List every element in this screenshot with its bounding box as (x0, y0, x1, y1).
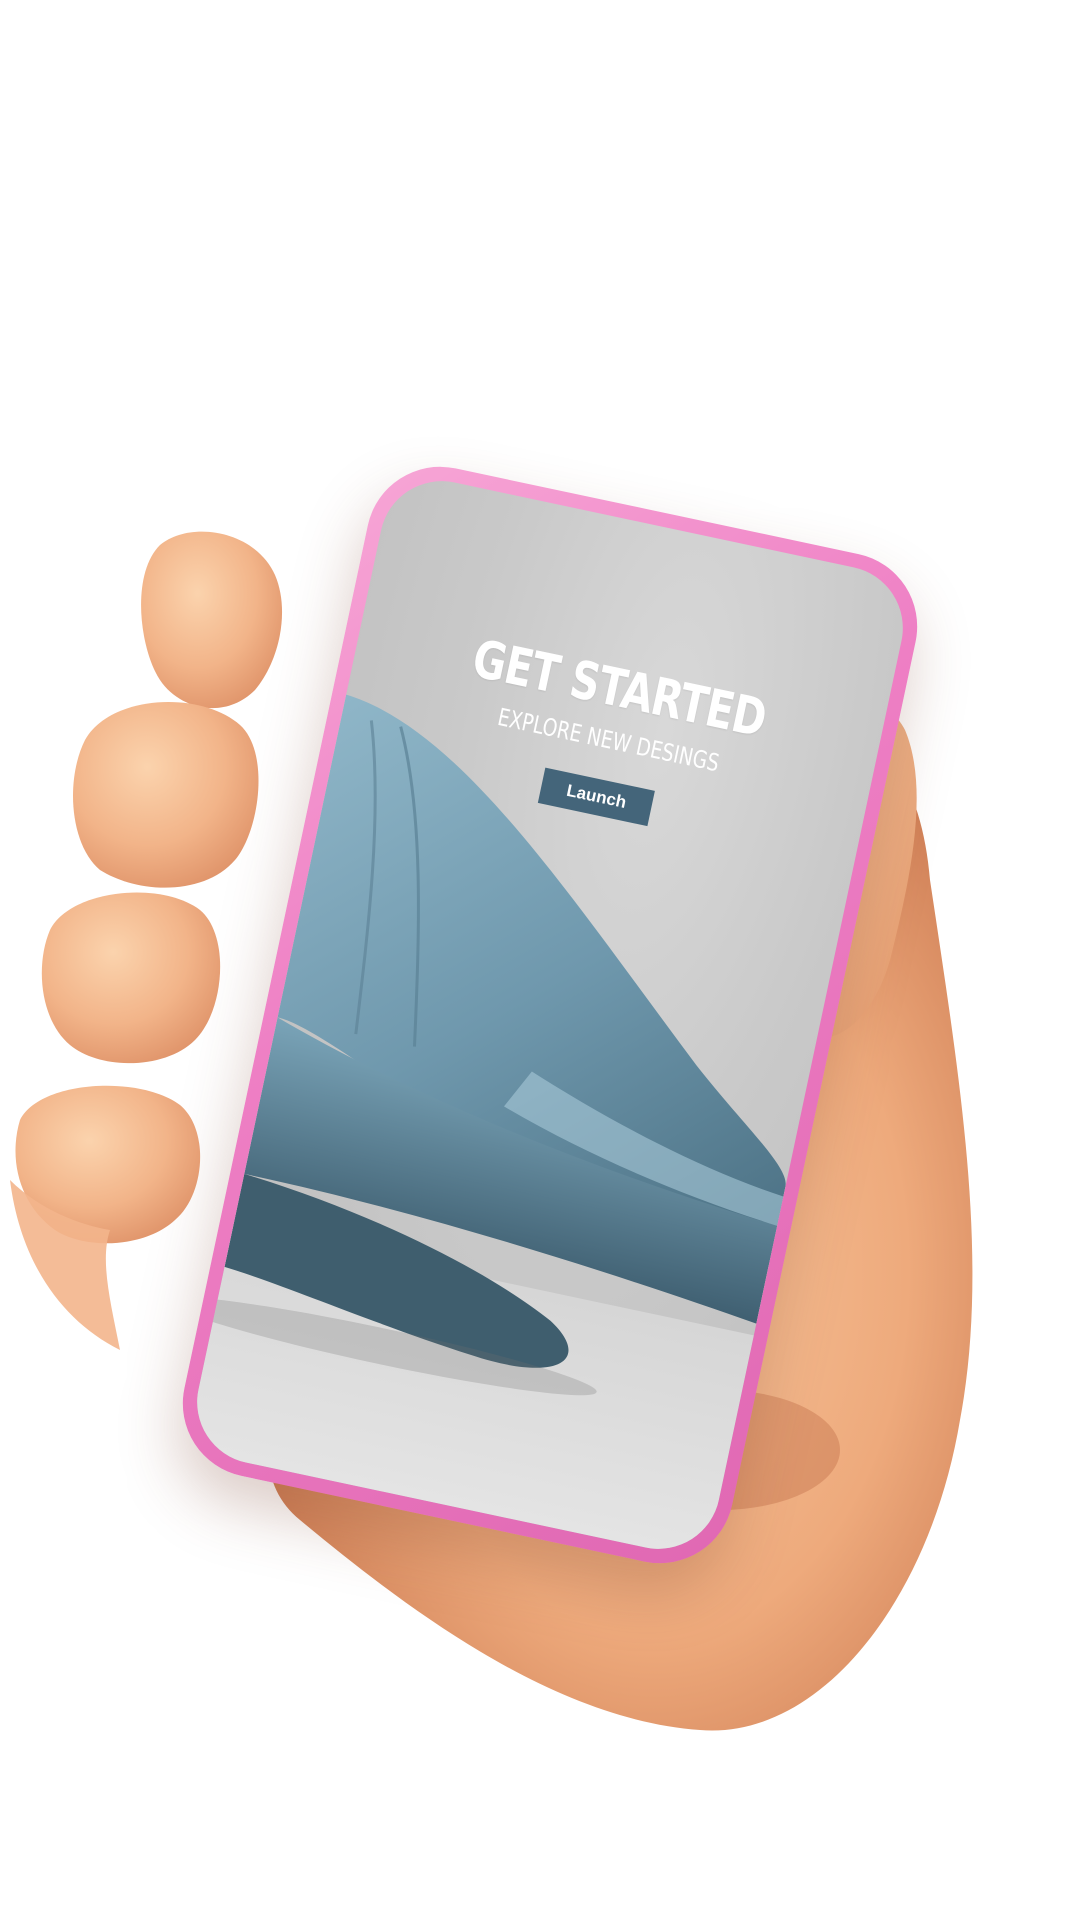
scene: GET STARTED EXPLORE NEW DESINGS Launch (0, 0, 1080, 1920)
